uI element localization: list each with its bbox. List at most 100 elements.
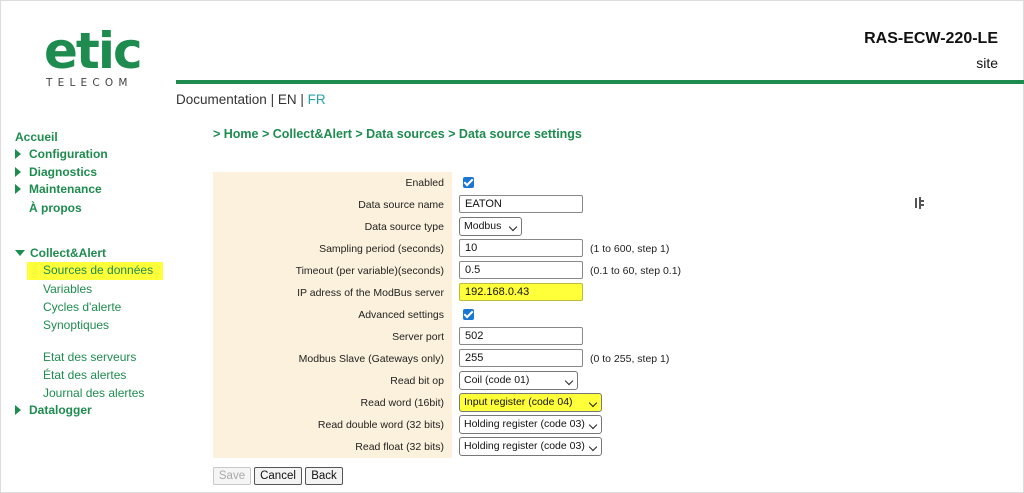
row-timeout: Timeout (per variable)(seconds) 0.5 (0.1… xyxy=(213,260,683,282)
field-hint: (1 to 600, step 1) xyxy=(590,243,670,255)
timeout-input[interactable]: 0.5 xyxy=(459,261,583,279)
sidebar-item-label: Maintenance xyxy=(29,182,102,196)
sidebar-item-apropos[interactable]: À propos xyxy=(29,201,82,215)
data-source-type-select[interactable]: Modbus xyxy=(459,217,522,236)
field-label: Read bit op xyxy=(213,370,452,392)
field-label: IP adress of the ModBus server xyxy=(213,282,452,304)
sidebar-item-diagnostics[interactable]: Diagnostics xyxy=(15,165,97,179)
sidebar-subitem-etat-alertes[interactable]: État des alertes xyxy=(43,368,126,382)
separator: | xyxy=(296,92,308,107)
field-label: Server port xyxy=(213,326,452,348)
sidebar-item-label: À propos xyxy=(29,201,82,215)
expand-arrow-icon xyxy=(15,405,21,415)
field-label: Read float (32 bits) xyxy=(213,436,452,458)
select-value: Coil (code 01) xyxy=(464,374,530,386)
sidebar-subitem-sources[interactable]: Sources de données xyxy=(27,262,164,280)
read-bit-select[interactable]: Coil (code 01) xyxy=(459,371,578,390)
row-readword: Read word (16bit) Input register (code 0… xyxy=(213,392,683,414)
select-value: Holding register (code 03) xyxy=(464,440,585,452)
sidebar-item-label: Sources de données xyxy=(43,263,154,277)
modbus-slave-input[interactable]: 255 xyxy=(459,349,583,367)
data-source-name-input[interactable]: EATON xyxy=(459,195,583,213)
server-port-input[interactable]: 502 xyxy=(459,327,583,345)
back-button[interactable]: Back xyxy=(305,467,343,485)
chevron-down-icon xyxy=(588,420,598,430)
read-double-word-select[interactable]: Holding register (code 03) xyxy=(459,415,602,434)
field-label: Data source type xyxy=(213,216,452,238)
select-value: Input register (code 04) xyxy=(464,396,573,408)
sidebar-subitem-etat-serveurs[interactable]: Etat des serveurs xyxy=(43,350,136,364)
sidebar-subitem-variables[interactable]: Variables xyxy=(43,282,92,296)
collapse-arrow-icon xyxy=(15,250,25,256)
row-type: Data source type Modbus xyxy=(213,216,683,238)
sidebar-item-label: Accueil xyxy=(15,130,58,144)
separator: | xyxy=(266,92,278,107)
sidebar-item-label: État des alertes xyxy=(43,368,127,382)
logo-subtitle: TELECOM xyxy=(46,77,133,89)
row-advanced: Advanced settings xyxy=(213,304,683,326)
field-label: Read double word (32 bits) xyxy=(213,414,452,436)
chevron-down-icon xyxy=(564,376,574,386)
field-label: Data source name xyxy=(213,194,452,216)
password-manager-icon[interactable] xyxy=(915,197,925,209)
field-label: Modbus Slave (Gateways only) xyxy=(213,348,452,370)
sidebar-item-datalogger[interactable]: Datalogger xyxy=(15,403,92,417)
row-port: Server port 502 xyxy=(213,326,683,348)
sidebar-item-maintenance[interactable]: Maintenance xyxy=(15,182,102,196)
read-float-select[interactable]: Holding register (code 03) xyxy=(459,437,602,456)
row-name: Data source name EATON xyxy=(213,194,924,216)
cancel-button[interactable]: Cancel xyxy=(254,467,302,485)
advanced-settings-checkbox[interactable] xyxy=(463,309,474,320)
field-label: Enabled xyxy=(213,172,452,194)
device-name: RAS-ECW-220-LE xyxy=(864,30,998,47)
sidebar-item-label: Variables xyxy=(43,282,93,296)
sidebar-item-label: Cycles d'alerte xyxy=(43,300,122,314)
lang-en-link[interactable]: EN xyxy=(278,92,297,107)
field-label: Timeout (per variable)(seconds) xyxy=(213,260,452,282)
site-name: site xyxy=(976,55,998,71)
ip-address-input[interactable]: 192.168.0.43 xyxy=(459,283,583,301)
field-label: Sampling period (seconds) xyxy=(213,238,452,260)
row-enabled: Enabled xyxy=(213,172,683,194)
read-word-select[interactable]: Input register (code 04) xyxy=(459,393,602,412)
select-value: Holding register (code 03) xyxy=(464,418,585,430)
row-slave: Modbus Slave (Gateways only) 255 (0 to 2… xyxy=(213,348,683,370)
sidebar-item-accueil[interactable]: Accueil xyxy=(15,130,58,144)
field-label: Advanced settings xyxy=(213,304,452,326)
sidebar-subitem-journal[interactable]: Journal des alertes xyxy=(43,386,144,400)
breadcrumb: > Home > Collect&Alert > Data sources > … xyxy=(213,127,582,141)
field-label: Read word (16bit) xyxy=(213,392,452,414)
field-hint: (0 to 255, step 1) xyxy=(590,353,670,365)
name-field-wrap: EATON xyxy=(459,195,929,213)
expand-arrow-icon xyxy=(15,149,21,159)
header-divider xyxy=(176,80,1024,84)
enabled-checkbox[interactable] xyxy=(463,177,474,188)
sampling-period-input[interactable]: 10 xyxy=(459,239,583,257)
row-readfloat: Read float (32 bits) Holding register (c… xyxy=(213,436,683,458)
lang-fr-link[interactable]: FR xyxy=(308,92,326,107)
select-value: Modbus xyxy=(464,220,502,232)
row-ip: IP adress of the ModBus server 192.168.0… xyxy=(213,282,683,304)
row-sampling: Sampling period (seconds) 10 (1 to 600, … xyxy=(213,238,683,260)
sidebar-item-configuration[interactable]: Configuration xyxy=(15,147,108,161)
expand-arrow-icon xyxy=(15,184,21,194)
sidebar-item-label: Journal des alertes xyxy=(43,386,145,400)
expand-arrow-icon xyxy=(15,167,21,177)
doc-links: Documentation | EN | FR xyxy=(176,92,326,107)
etic-logo: etic TELECOM xyxy=(44,26,154,92)
sidebar-subitem-synoptiques[interactable]: Synoptiques xyxy=(43,318,109,332)
chevron-down-icon xyxy=(588,442,598,452)
save-button[interactable]: Save xyxy=(213,467,251,485)
chevron-down-icon xyxy=(588,398,598,408)
logo-word: etic xyxy=(44,22,143,80)
sidebar-item-label: Datalogger xyxy=(29,403,92,417)
field-hint: (0.1 to 60, step 0.1) xyxy=(590,265,682,277)
sidebar-item-label: Diagnostics xyxy=(29,165,98,179)
row-readdouble: Read double word (32 bits) Holding regis… xyxy=(213,414,683,436)
sidebar-item-collect-alert[interactable]: Collect&Alert xyxy=(15,246,106,260)
sidebar-subitem-cycles[interactable]: Cycles d'alerte xyxy=(43,300,121,314)
sidebar-item-label: Etat des serveurs xyxy=(43,350,137,364)
sidebar-item-label: Configuration xyxy=(29,147,108,161)
documentation-link[interactable]: Documentation xyxy=(176,92,267,107)
chevron-down-icon xyxy=(508,222,518,232)
